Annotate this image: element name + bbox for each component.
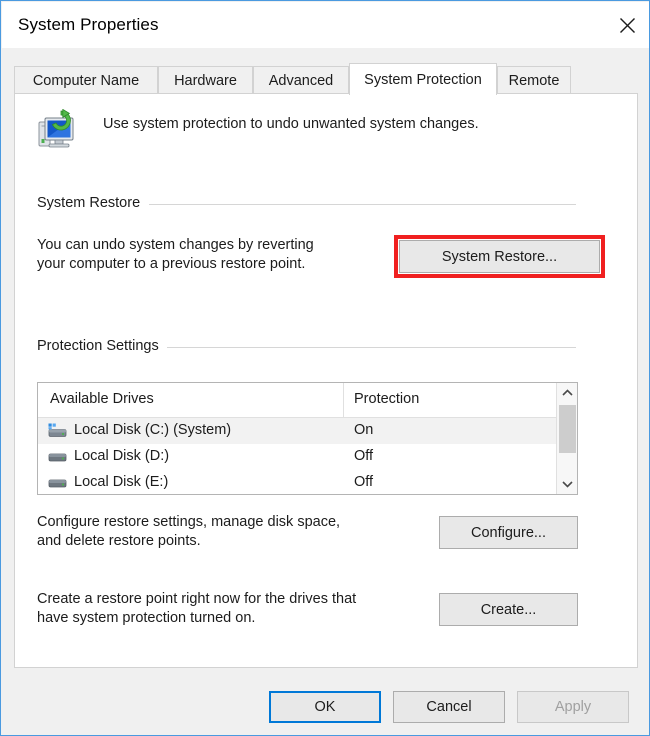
create-description: Create a restore point right now for the… xyxy=(37,591,357,626)
list-scrollbar[interactable] xyxy=(556,383,577,494)
list-header-row: Available Drives Protection xyxy=(38,383,577,418)
column-header-protection: Protection xyxy=(354,391,420,407)
configure-button[interactable]: Configure... xyxy=(439,516,578,549)
list-item[interactable]: Local Disk (E:) Off xyxy=(38,470,577,494)
drive-icon xyxy=(48,475,68,491)
tab-label: Remote xyxy=(508,72,560,89)
group-divider xyxy=(167,347,576,348)
drive-protection-status: Off xyxy=(354,448,374,464)
chevron-down-icon[interactable] xyxy=(557,474,577,494)
system-properties-window: System Properties Computer Name Hardware… xyxy=(0,0,650,736)
tab-remote[interactable]: Remote xyxy=(497,66,571,94)
title-bar: System Properties xyxy=(2,2,649,48)
tab-label: System Protection xyxy=(364,71,482,88)
system-restore-description: You can undo system changes by reverting… xyxy=(37,237,314,272)
ok-button[interactable]: OK xyxy=(269,691,381,723)
group-divider xyxy=(149,204,576,205)
tab-label: Advanced xyxy=(268,72,334,89)
list-item[interactable]: Local Disk (D:) Off xyxy=(38,444,577,470)
column-divider xyxy=(343,383,344,417)
configure-description: Configure restore settings, manage disk … xyxy=(37,514,341,549)
drive-protection-status: On xyxy=(354,422,374,438)
system-restore-button[interactable]: System Restore... xyxy=(399,240,600,273)
drive-name: Local Disk (C:) (System) xyxy=(74,422,232,438)
tab-hardware[interactable]: Hardware xyxy=(158,66,253,94)
window-title: System Properties xyxy=(18,15,159,34)
column-header-available-drives: Available Drives xyxy=(50,391,154,407)
group-label-protection-settings: Protection Settings xyxy=(37,338,168,354)
system-drive-icon xyxy=(48,423,68,439)
tab-label: Computer Name xyxy=(32,72,140,89)
tab-advanced[interactable]: Advanced xyxy=(253,66,349,94)
close-icon[interactable] xyxy=(604,2,649,48)
drive-protection-status: Off xyxy=(354,474,374,490)
tab-label: Hardware xyxy=(174,72,237,89)
cancel-button[interactable]: Cancel xyxy=(393,691,505,723)
drive-name: Local Disk (D:) xyxy=(74,448,170,464)
scrollbar-thumb[interactable] xyxy=(559,405,576,453)
list-item[interactable]: Local Disk (C:) (System) On xyxy=(38,418,577,444)
tab-strip: Computer Name Hardware Advanced System P… xyxy=(14,63,638,95)
system-protection-icon xyxy=(37,108,83,151)
intro-text: Use system protection to undo unwanted s… xyxy=(103,116,479,132)
tab-computer-name[interactable]: Computer Name xyxy=(14,66,158,94)
available-drives-list[interactable]: Available Drives Protection Local Disk (… xyxy=(37,382,578,495)
drive-name: Local Disk (E:) xyxy=(74,474,169,490)
group-label-system-restore: System Restore xyxy=(37,195,150,211)
system-protection-panel: Use system protection to undo unwanted s… xyxy=(14,93,638,668)
chevron-up-icon[interactable] xyxy=(557,383,577,403)
apply-button[interactable]: Apply xyxy=(517,691,629,723)
create-restore-point-button[interactable]: Create... xyxy=(439,593,578,626)
tab-system-protection[interactable]: System Protection xyxy=(349,63,497,95)
drive-icon xyxy=(48,449,68,465)
